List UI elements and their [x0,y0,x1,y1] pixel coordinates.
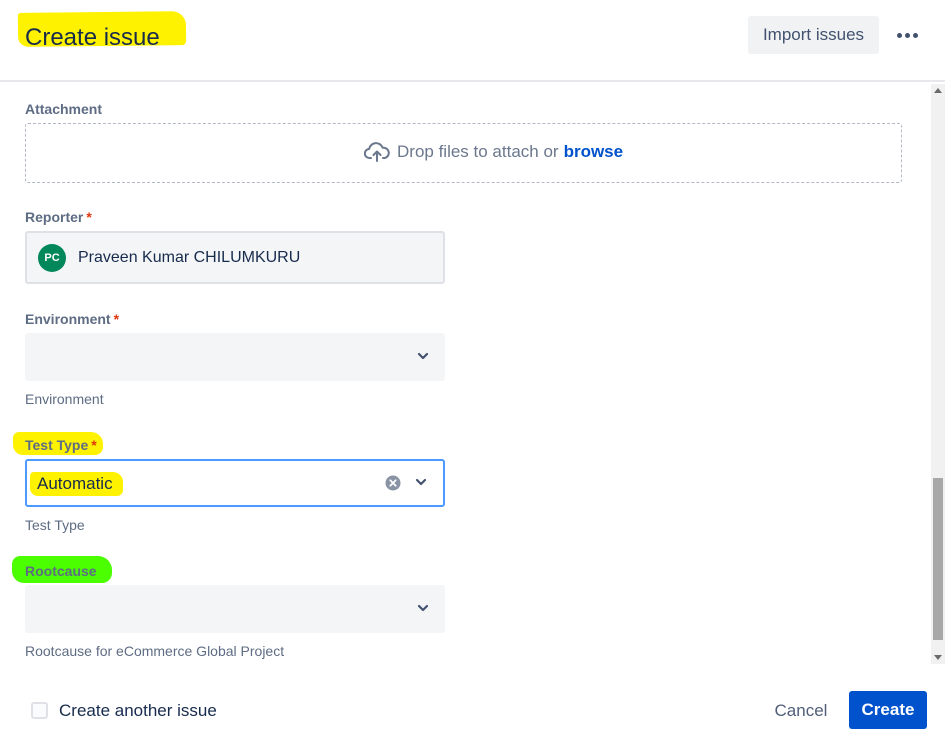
chevron-down-icon [417,604,429,612]
test-type-value: Automatic [37,474,113,493]
create-button[interactable]: Create [849,691,927,729]
test-type-label: Test Type * [25,437,97,453]
test-type-helper: Test Type [25,517,85,533]
environment-helper: Environment [25,391,104,407]
required-indicator: * [86,209,92,225]
environment-select[interactable] [25,333,445,381]
scroll-up-arrow-icon[interactable] [934,88,942,93]
rootcause-select[interactable] [25,585,445,633]
test-type-select[interactable]: Automatic [25,459,445,507]
scroll-down-arrow-icon[interactable] [934,655,942,660]
dropzone-text: Drop files to attach or [397,142,559,161]
rootcause-helper: Rootcause for eCommerce Global Project [25,643,285,659]
chevron-down-icon [417,352,429,360]
modal-header: Create issue Import issues [0,0,945,82]
reporter-field[interactable]: PC Praveen Kumar CHILUMKURU [25,231,445,284]
scrollbar[interactable] [931,84,945,664]
environment-label: Environment * [25,311,120,327]
create-another-checkbox[interactable] [31,702,48,719]
attachment-label: Attachment [25,101,103,117]
chevron-down-icon [415,478,427,486]
create-another-label[interactable]: Create another issue [59,701,217,721]
more-options-button[interactable] [889,20,927,50]
cloud-upload-icon [364,142,390,162]
browse-link[interactable]: browse [564,142,624,162]
more-horizontal-icon [897,33,902,38]
avatar: PC [38,244,66,272]
required-indicator: * [113,311,120,327]
cancel-button[interactable]: Cancel [763,693,839,729]
attachment-dropzone[interactable]: Drop files to attach or browse [25,123,902,183]
modal-title: Create issue [25,24,160,51]
reporter-label: Reporter * [25,209,92,225]
reporter-name: Praveen Kumar CHILUMKURU [78,249,301,266]
required-indicator: * [91,437,97,453]
clear-icon[interactable] [385,475,401,491]
scrollbar-thumb[interactable] [933,478,943,640]
import-issues-button[interactable]: Import issues [748,16,879,54]
rootcause-label: Rootcause [25,563,97,579]
